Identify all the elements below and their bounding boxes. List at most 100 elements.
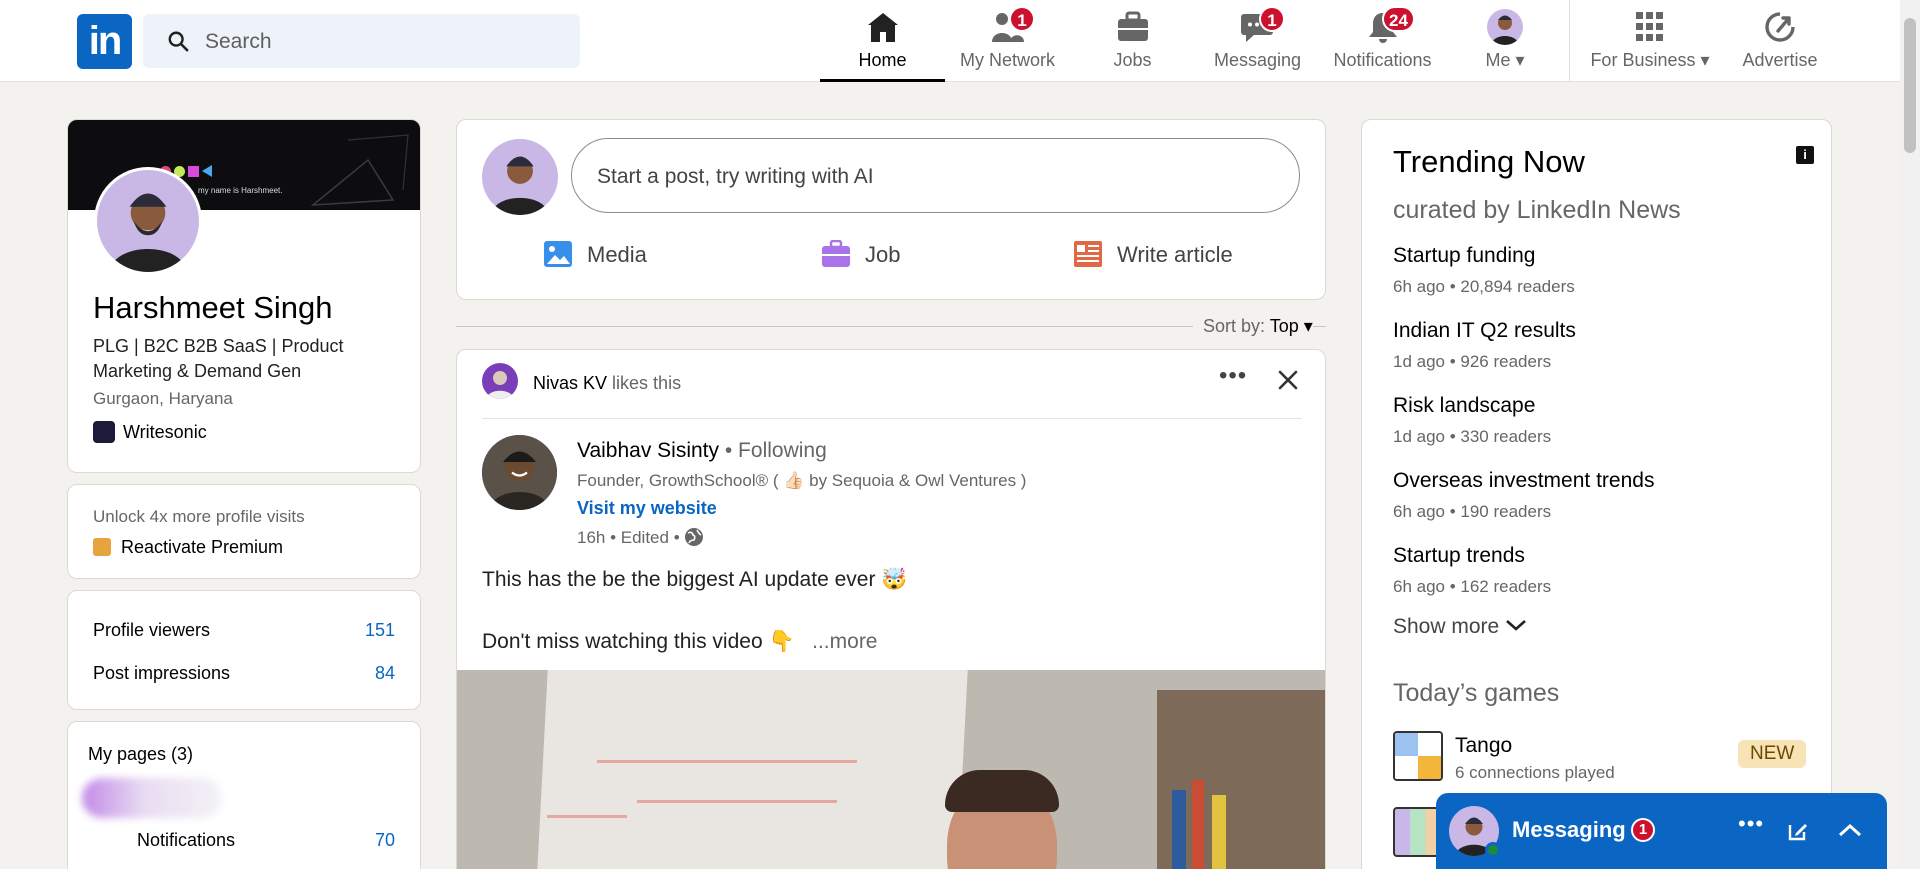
visit-website-link[interactable]: Visit my website [577,498,717,519]
person-avatar-icon [1491,15,1519,45]
page-notifications-row[interactable]: Notifications 70 [137,830,395,851]
cover-text: my name is Harshmeet. [198,186,283,195]
briefcase-icon [1117,11,1148,41]
context-name[interactable]: Nivas KV [533,373,607,393]
start-post-input[interactable]: Start a post, try writing with AI [571,138,1300,213]
search-bar[interactable]: Search [143,14,580,68]
context-avatar[interactable] [482,363,518,399]
close-icon[interactable] [1277,369,1299,391]
search-input[interactable]: Search [205,30,272,54]
stat-value: 84 [374,663,395,683]
nav-label-notifications: Notifications [1333,50,1432,70]
nav-label-messaging: Messaging [1213,50,1302,70]
nav-home[interactable]: Home [820,0,945,82]
nav-badge-notifications: 24 [1382,6,1415,32]
nav-me[interactable]: Me ▾ [1445,0,1565,82]
trending-item[interactable]: Startup funding 6h ago • 20,894 readers [1393,244,1793,297]
see-more-link[interactable]: ...more [812,630,877,653]
premium-card[interactable]: Unlock 4x more profile visits Reactivate… [67,484,421,579]
nav-my-network[interactable]: 1 My Network [945,0,1070,82]
linkedin-logo[interactable]: in [77,14,132,69]
more-options-icon[interactable]: ••• [1738,811,1764,837]
premium-prompt: Unlock 4x more profile visits [93,507,305,526]
book [1172,790,1186,869]
profile-card: my name is Harshmeet. Harshmeet Singh PL… [67,119,421,473]
following-status: • Following [724,439,827,462]
search-icon [168,31,189,52]
blurred-page-entry[interactable] [82,778,222,818]
show-more-button[interactable]: Show more [1393,615,1527,639]
messaging-label: Messaging [1512,817,1626,842]
author-headline: Founder, GrowthSchool® ( 👍🏻 by Sequoia &… [577,471,1027,490]
author-name[interactable]: Vaibhav Sisinty [577,439,719,462]
chevron-down-icon [1506,620,1526,631]
games-title: Today’s games [1393,679,1560,707]
whiteboard-marking [547,815,627,818]
post-video[interactable] [457,670,1325,869]
scrollbar-thumb[interactable] [1904,18,1916,153]
nav-label-advertise: Advertise [1742,50,1818,70]
messaging-dock[interactable]: Messaging 1 ••• [1436,793,1887,869]
game-name[interactable]: Tango [1455,734,1512,758]
premium-cta[interactable]: Reactivate Premium [93,537,283,558]
presenter-hair [945,770,1059,812]
advertise-icon [1765,12,1795,42]
trending-item[interactable]: Startup trends 6h ago • 162 readers [1393,544,1793,597]
nav-for-business[interactable]: For Business ▾ [1580,0,1720,82]
grid-icon [1636,12,1663,41]
post-context: Nivas KV likes this [533,373,682,393]
nav-label-me: Me ▾ [1485,50,1525,70]
author-line: Vaibhav Sisinty • Following [577,439,827,463]
person-avatar-icon [482,435,557,510]
whiteboard-marking [597,760,857,763]
whiteboard-marking [637,800,837,803]
more-options-icon[interactable]: ••• [1219,362,1247,390]
nav-messaging[interactable]: 1 Messaging [1195,0,1320,82]
globe-icon [685,528,704,546]
caret-down-icon: ▾ [1515,50,1525,70]
tango-game-icon[interactable] [1393,731,1443,781]
job-button[interactable]: Job [821,240,900,268]
sort-control[interactable]: Sort by: Top ▾ [1193,316,1313,337]
trending-card: Trending Now i curated by LinkedIn News … [1361,119,1832,869]
profile-name[interactable]: Harshmeet Singh [93,290,333,326]
stat-post-impressions[interactable]: Post impressions 84 [93,663,395,684]
book [1192,780,1204,869]
trending-item[interactable]: Indian IT Q2 results 1d ago • 926 readers [1393,319,1793,372]
company-logo-icon [93,421,115,443]
compose-icon[interactable] [1786,819,1810,843]
profile-company[interactable]: Writesonic [93,421,207,443]
post-meta: 16h • Edited • [577,527,704,548]
person-avatar-icon [109,193,187,272]
premium-icon [93,538,111,556]
stat-profile-viewers[interactable]: Profile viewers 151 [93,620,395,641]
article-icon [1074,241,1102,267]
messaging-badge: 1 [1631,818,1655,842]
write-article-button[interactable]: Write article [1073,240,1233,268]
profile-location: Gurgaon, Haryana [93,389,233,408]
media-button[interactable]: Media [543,240,647,268]
person-avatar-icon [491,156,549,215]
author-avatar[interactable] [482,435,557,510]
trending-item[interactable]: Risk landscape 1d ago • 330 readers [1393,394,1793,447]
profile-avatar[interactable] [94,167,202,275]
nav-advertise[interactable]: Advertise [1725,0,1835,82]
composer-avatar[interactable] [482,139,558,215]
page-scrollbar[interactable] [1900,0,1920,869]
nav-label-home: Home [858,50,907,70]
info-icon[interactable]: i [1796,146,1814,164]
trending-item[interactable]: Overseas investment trends 6h ago • 190 r… [1393,469,1793,522]
briefcase-icon [822,240,850,267]
cover-graphic [310,134,409,206]
book [1212,795,1226,869]
nav-notifications[interactable]: 24 Notifications [1320,0,1445,82]
chevron-up-icon[interactable] [1837,821,1863,839]
nav-label-network: My Network [959,50,1055,70]
caret-down-icon: ▾ [1700,50,1710,70]
nav-label-jobs: Jobs [1113,50,1152,70]
my-pages-card: My pages (3) Notifications 70 [67,721,421,869]
nav-jobs[interactable]: Jobs [1070,0,1195,82]
home-icon [867,13,898,42]
online-status-dot [1485,842,1501,858]
post-text-line-2: Don't miss watching this video 👇 ...more [482,630,878,653]
